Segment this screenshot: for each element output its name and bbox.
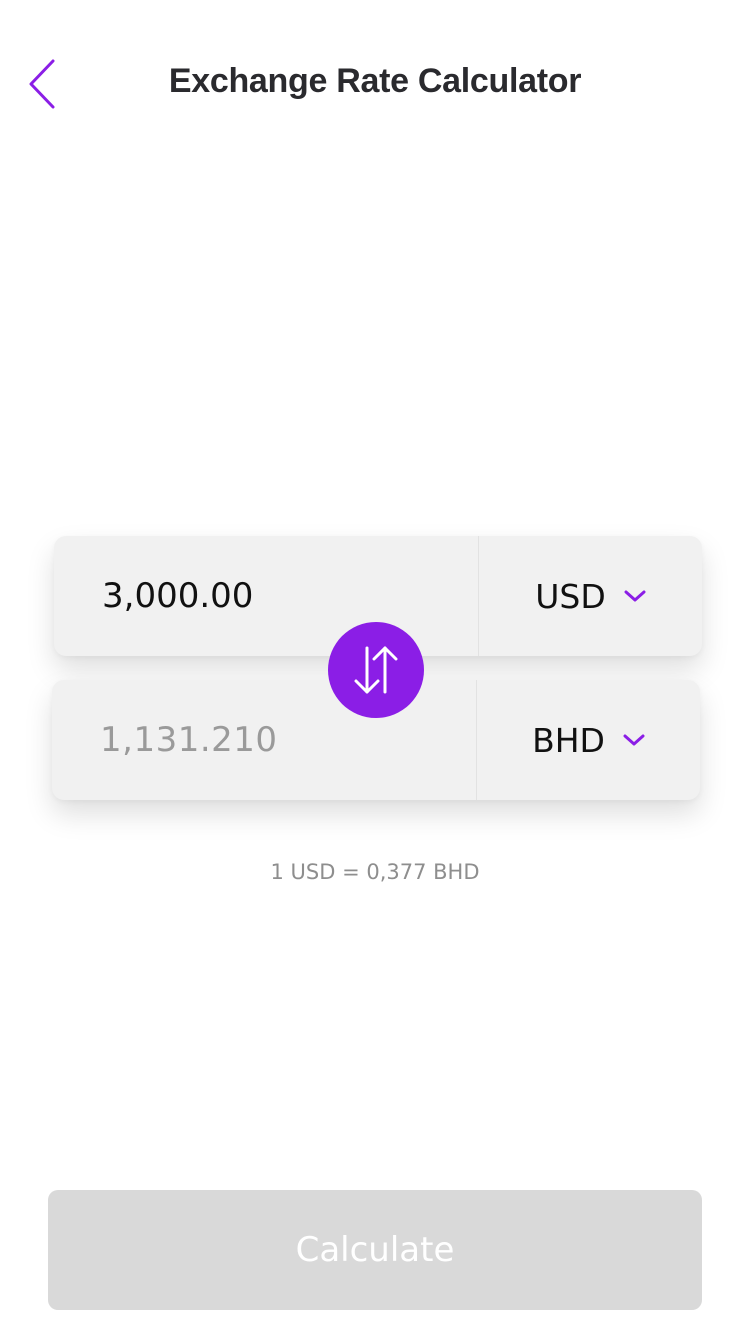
to-currency-code: BHD: [532, 720, 605, 760]
swap-vertical-arrows-icon: [354, 646, 398, 694]
swap-currencies-button[interactable]: [328, 622, 424, 718]
from-currency-selector[interactable]: USD: [478, 536, 702, 656]
chevron-down-icon: [623, 734, 645, 746]
from-amount-field-wrap: [54, 536, 478, 656]
exchange-rate-screen: Exchange Rate Calculator USD 1,131.210: [0, 0, 750, 1334]
exchange-rate-text: 1 USD = 0,377 BHD: [270, 860, 480, 884]
to-amount-value: 1,131.210: [100, 720, 278, 760]
to-currency-selector[interactable]: BHD: [476, 680, 700, 800]
from-amount-input[interactable]: [102, 576, 478, 616]
chevron-down-icon: [624, 590, 646, 602]
page-title: Exchange Rate Calculator: [168, 62, 582, 100]
from-currency-code: USD: [535, 576, 606, 616]
calculate-button[interactable]: Calculate: [48, 1190, 702, 1310]
